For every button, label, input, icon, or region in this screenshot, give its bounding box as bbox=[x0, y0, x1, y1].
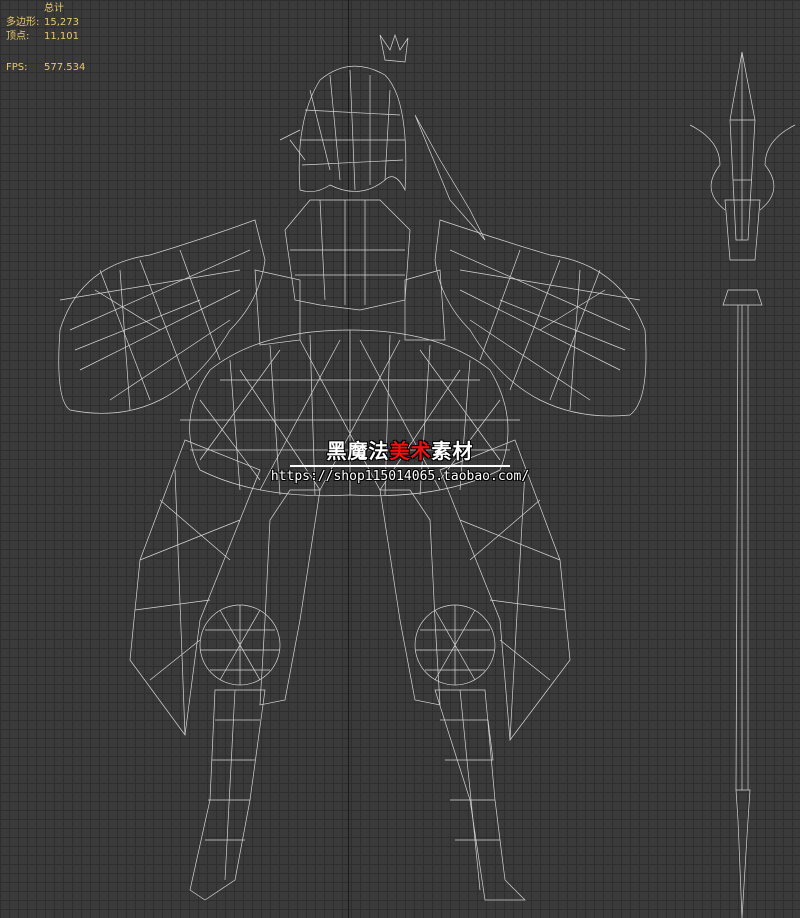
watermark: 黑魔法美术素材 https://shop115014065.taobao.com… bbox=[250, 435, 550, 484]
watermark-url: https://shop115014065.taobao.com/ bbox=[270, 469, 530, 484]
fps-value: 577.534 bbox=[44, 62, 86, 73]
left-coattail-wireframe bbox=[129, 439, 261, 736]
vertices-value: 11,101 bbox=[44, 31, 79, 42]
3d-viewport[interactable]: 总计 多边形: 15,273 顶点: 11,101 FPS: 577.534 黑… bbox=[0, 0, 800, 918]
watermark-title: 黑魔法美术素材 bbox=[250, 435, 550, 464]
right-sleeve-wireframe bbox=[434, 219, 647, 417]
watermark-title-accent: 美术 bbox=[389, 439, 432, 463]
right-leg-wireframe bbox=[379, 489, 526, 901]
character-head-wireframe bbox=[279, 33, 486, 241]
stats-title: 总计 bbox=[44, 3, 64, 14]
character-torso-wireframe bbox=[254, 199, 446, 346]
left-leg-wireframe bbox=[189, 489, 321, 901]
watermark-divider bbox=[290, 465, 510, 467]
watermark-title-part1: 黑魔法 bbox=[326, 439, 390, 463]
left-sleeve-wireframe bbox=[58, 219, 266, 414]
fps-label: FPS: bbox=[6, 62, 28, 73]
polygons-value: 15,273 bbox=[44, 17, 79, 28]
staff-wireframe bbox=[689, 51, 796, 918]
polygons-label: 多边形: bbox=[6, 17, 40, 28]
vertices-label: 顶点: bbox=[6, 31, 30, 42]
watermark-title-part2: 素材 bbox=[431, 439, 474, 463]
